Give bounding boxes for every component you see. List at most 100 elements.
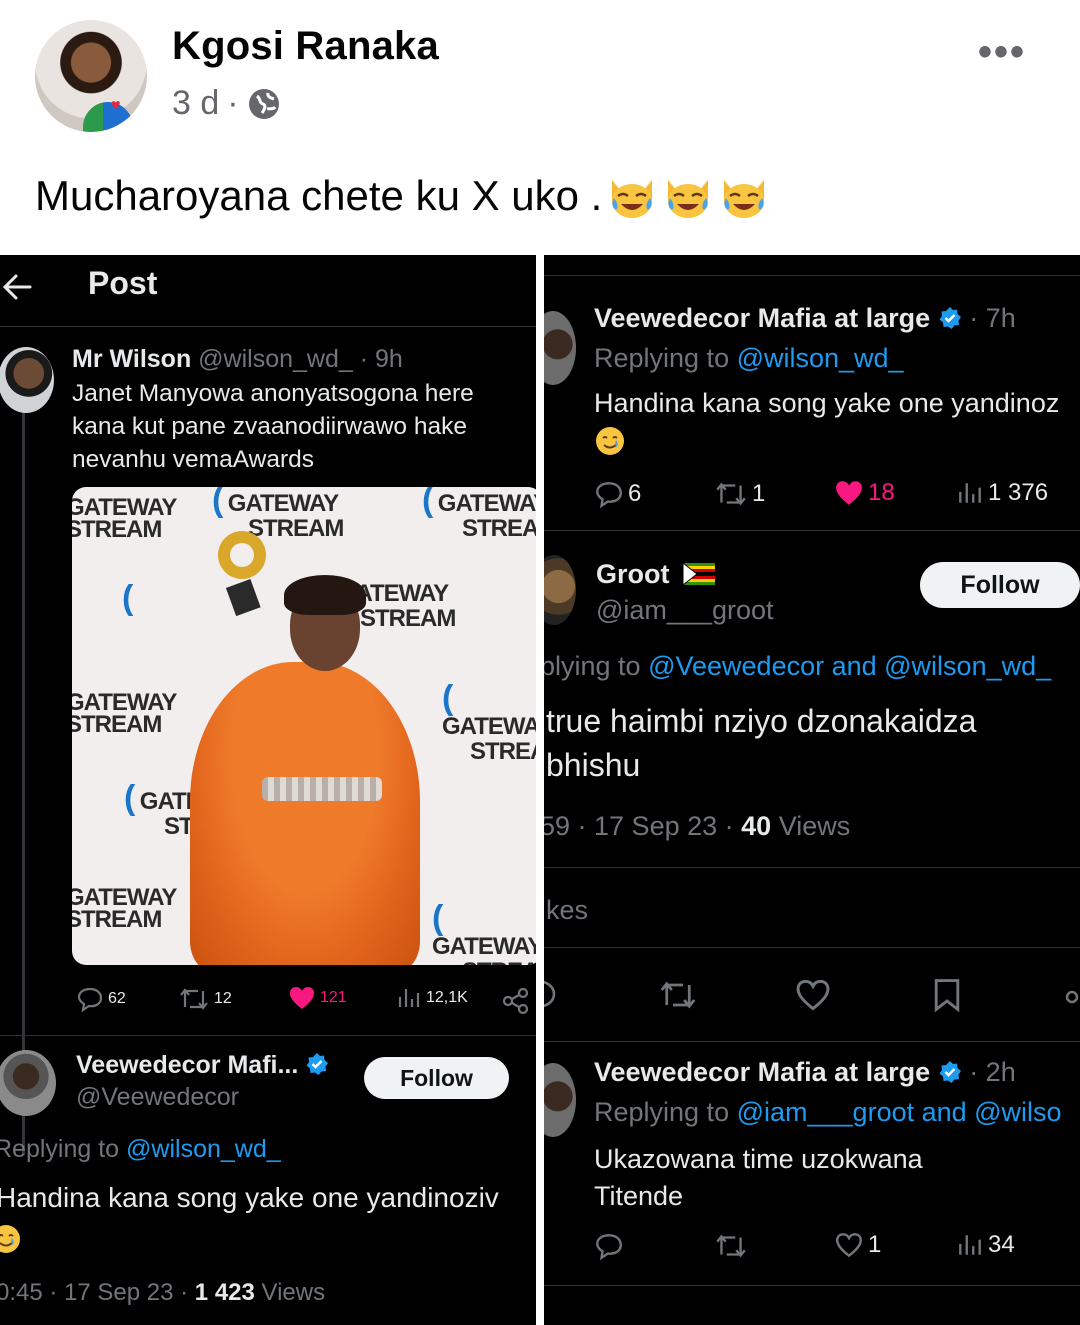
reply-author-name[interactable]: Veewedecor Mafi... bbox=[76, 1051, 329, 1080]
reply1-reply-count[interactable]: 6 bbox=[594, 479, 641, 509]
thread-line bbox=[22, 395, 25, 1155]
more-options-icon[interactable]: ••• bbox=[978, 30, 1026, 75]
reply3-reply-button[interactable] bbox=[594, 1231, 624, 1261]
post-meta: 3 d · bbox=[172, 84, 281, 123]
post-topbar: Post bbox=[0, 255, 536, 327]
follow-button[interactable]: Follow bbox=[920, 562, 1080, 608]
author-avatar[interactable]: ♥ bbox=[35, 20, 147, 132]
reply-count[interactable]: 62 bbox=[76, 985, 126, 1013]
reply3-replying-to: Replying to @iam___groot and @wilso bbox=[594, 1097, 1062, 1127]
trophy-icon bbox=[218, 531, 266, 617]
groot-text-line: true haimbi nziyo dzonakaidza bbox=[546, 703, 977, 739]
reply-icon bbox=[77, 987, 103, 1013]
backdrop-logo: ( bbox=[122, 579, 134, 617]
tears-of-joy-cat-emoji-2 bbox=[668, 180, 709, 218]
reply-icon[interactable] bbox=[544, 977, 558, 1011]
heart-icon: ♥ bbox=[111, 97, 121, 114]
reply-text: Handina kana song yake one yandinoziv bbox=[0, 1182, 499, 1213]
reply1-time: · 7h bbox=[969, 303, 1016, 333]
reply1-author-name[interactable]: Veewedecor Mafia at large bbox=[594, 303, 930, 333]
post-time[interactable]: 3 d bbox=[172, 84, 219, 123]
groot-name[interactable]: Groot bbox=[596, 559, 716, 590]
reply3-view-count[interactable]: 34 bbox=[956, 1231, 1015, 1259]
caption-text: Mucharoyana chete ku X uko . bbox=[35, 172, 603, 219]
repost-icon bbox=[180, 988, 208, 1010]
reply3-author-name[interactable]: Veewedecor Mafia at large bbox=[594, 1057, 930, 1087]
back-arrow-icon[interactable] bbox=[0, 267, 36, 307]
follow-button[interactable]: Follow bbox=[364, 1057, 509, 1099]
divider bbox=[544, 1285, 1080, 1286]
reply1-header: Veewedecor Mafia at large · 7h bbox=[594, 303, 1016, 334]
heart-filled-icon bbox=[836, 481, 862, 505]
reply1-replying-to: Replying to @wilson_wd_ bbox=[594, 343, 904, 373]
left-screenshot: Post Mr Wilson @wilson_wd_ · 9h Janet Ma… bbox=[0, 255, 536, 1325]
groot-timestamp: 59 · 17 Sep 23 · 40 Views bbox=[544, 811, 851, 841]
replying-to-link[interactable]: @iam___groot and @wilso bbox=[737, 1097, 1062, 1127]
reply3-repost-button[interactable] bbox=[714, 1231, 748, 1261]
facebook-post-header: ♥ Kgosi Ranaka 3 d · ••• Mucharoyana che… bbox=[0, 0, 1080, 250]
tweet-photo[interactable]: GATEWAYSTREAM ( GATEWAYSTREAM ( GATEWAYS… bbox=[72, 487, 536, 965]
verified-badge-icon bbox=[306, 1053, 329, 1075]
tears-of-joy-cat-emoji-3 bbox=[724, 180, 765, 218]
veewedecor-avatar[interactable] bbox=[544, 1063, 576, 1137]
globe-icon bbox=[248, 88, 279, 119]
photo-subject-dress bbox=[190, 662, 420, 965]
heart-filled-icon bbox=[290, 987, 314, 1009]
photo-subject-hair bbox=[284, 575, 366, 615]
backdrop-logo: GATEWAY STREAM bbox=[72, 884, 177, 933]
groot-avatar[interactable] bbox=[544, 555, 576, 625]
tweet-time: · 9h bbox=[359, 345, 403, 373]
meta-separator: · bbox=[227, 84, 239, 122]
repost-icon[interactable] bbox=[658, 977, 698, 1013]
backdrop-logo: ( GATEWAYSTREAM bbox=[422, 487, 536, 542]
repost-count[interactable]: 12 bbox=[178, 985, 232, 1013]
groot-handle[interactable]: @iam___groot bbox=[596, 595, 774, 626]
photo-subject-belt bbox=[262, 777, 382, 801]
verified-badge-icon bbox=[939, 307, 961, 329]
heart-outline-icon bbox=[836, 1233, 862, 1258]
page-title: Post bbox=[88, 265, 158, 301]
tweet-header: Mr Wilson @wilson_wd_ · 9h bbox=[72, 345, 403, 374]
tweet-line: nevanhu vemaAwards bbox=[72, 446, 314, 473]
author-name[interactable]: Kgosi Ranaka bbox=[172, 24, 439, 69]
reply3-like-count[interactable]: 1 bbox=[834, 1231, 881, 1259]
bookmark-icon[interactable] bbox=[932, 977, 962, 1013]
tweet-line: kana kut pane zvaanodiirwawo hake bbox=[72, 413, 467, 440]
likes-label[interactable]: kes bbox=[546, 895, 588, 926]
wilson-avatar[interactable] bbox=[0, 347, 54, 413]
backdrop-logo: ( GATEWAYSTREAM bbox=[432, 899, 536, 965]
reply1-view-count[interactable]: 1 376 bbox=[956, 479, 1048, 507]
smiling-tear-emoji bbox=[0, 1225, 20, 1253]
tweet-author-name[interactable]: Mr Wilson bbox=[72, 345, 191, 373]
reply1-like-count[interactable]: 18 bbox=[834, 479, 895, 507]
view-count[interactable]: 12,1K bbox=[396, 985, 468, 1011]
heart-outline-icon[interactable] bbox=[794, 977, 832, 1013]
reply3-header: Veewedecor Mafia at large · 2h bbox=[594, 1057, 1016, 1088]
veewedecor-avatar[interactable] bbox=[544, 311, 576, 385]
divider bbox=[544, 1041, 1080, 1042]
divider bbox=[544, 867, 1080, 868]
reply-handle[interactable]: @Veewedecor bbox=[76, 1083, 239, 1112]
share-icon[interactable] bbox=[1064, 985, 1080, 1009]
replying-to: Replying to @wilson_wd_ bbox=[0, 1135, 281, 1163]
reply1-repost-count[interactable]: 1 bbox=[714, 479, 765, 509]
share-icon[interactable] bbox=[502, 987, 530, 1015]
backdrop-logo: GATEWAY STREAM bbox=[72, 494, 177, 543]
repost-icon bbox=[716, 482, 746, 506]
groot-replying-to: plying to @Veewedecor and @wilson_wd_ bbox=[544, 651, 1052, 681]
reply-timestamp: 0:45 · 17 Sep 23 · 1 423 Views bbox=[0, 1279, 326, 1306]
zimbabwe-flag-icon bbox=[683, 563, 716, 585]
verified-badge-icon bbox=[939, 1061, 961, 1083]
replying-to-link[interactable]: @Veewedecor and @wilson_wd_ bbox=[648, 651, 1051, 681]
divider bbox=[544, 275, 1080, 276]
replying-to-link[interactable]: @wilson_wd_ bbox=[126, 1135, 281, 1163]
reply-icon bbox=[596, 482, 622, 509]
replying-to-link[interactable]: @wilson_wd_ bbox=[737, 343, 904, 373]
views-chart-icon bbox=[398, 989, 420, 1007]
tweet-handle[interactable]: @wilson_wd_ bbox=[198, 345, 353, 373]
views-chart-icon bbox=[959, 1235, 981, 1255]
repost-icon bbox=[716, 1234, 746, 1258]
like-count[interactable]: 121 bbox=[288, 985, 347, 1011]
reply3-time: · 2h bbox=[969, 1057, 1016, 1087]
veewedecor-avatar[interactable] bbox=[0, 1050, 56, 1116]
